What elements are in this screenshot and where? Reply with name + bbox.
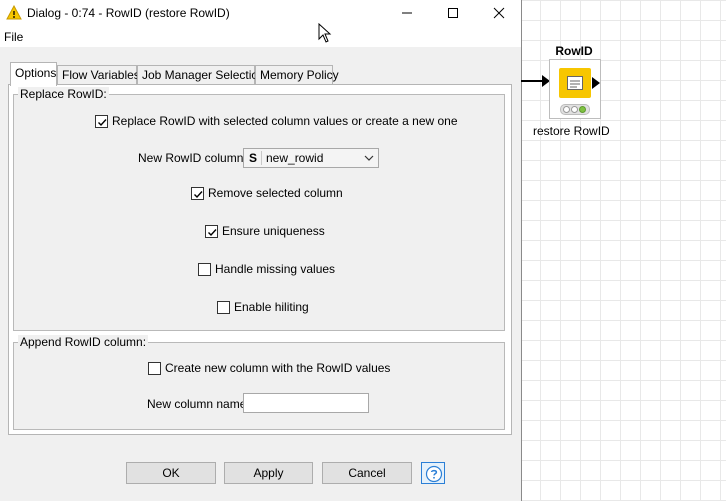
minimize-icon bbox=[402, 12, 412, 14]
replace-rowid-option[interactable]: Replace RowID with selected column value… bbox=[95, 114, 458, 128]
create-rowid-column-option[interactable]: Create new column with the RowID values bbox=[148, 361, 390, 375]
new-rowid-column-select[interactable]: S new_rowid bbox=[243, 148, 379, 168]
checkmark-icon bbox=[98, 118, 107, 126]
enable-hiliting-checkbox[interactable] bbox=[217, 300, 230, 314]
window-title: Dialog - 0:74 - RowID (restore RowID) bbox=[27, 6, 230, 20]
ok-button[interactable]: OK bbox=[126, 462, 216, 484]
ensure-uniqueness-option[interactable]: Ensure uniqueness bbox=[205, 224, 325, 238]
replace-rowid-group-title: Replace RowID: bbox=[18, 87, 109, 101]
replace-rowid-checkbox[interactable] bbox=[95, 114, 108, 128]
help-icon bbox=[425, 465, 443, 483]
title-bar: Dialog - 0:74 - RowID (restore RowID) bbox=[0, 0, 521, 27]
status-light-red bbox=[563, 106, 570, 113]
ensure-uniqueness-label: Ensure uniqueness bbox=[222, 224, 325, 238]
status-light-green bbox=[579, 106, 586, 113]
close-icon bbox=[493, 7, 505, 19]
new-column-name-label: New column name: bbox=[147, 397, 250, 411]
handle-missing-values-checkbox[interactable] bbox=[198, 262, 211, 276]
remove-selected-column-checkbox[interactable] bbox=[191, 186, 204, 200]
handle-missing-values-option[interactable]: Handle missing values bbox=[198, 262, 335, 276]
checkmark-icon bbox=[194, 190, 203, 198]
close-button[interactable] bbox=[476, 0, 522, 27]
options-panel: Replace RowID: Replace RowID with select… bbox=[8, 84, 512, 435]
ensure-uniqueness-checkbox[interactable] bbox=[205, 224, 218, 238]
string-type-badge: S bbox=[249, 151, 258, 165]
create-rowid-column-label: Create new column with the RowID values bbox=[165, 361, 391, 375]
replace-rowid-group: Replace RowID: Replace RowID with select… bbox=[13, 87, 505, 331]
tab-job-manager-selection[interactable]: Job Manager Selection bbox=[137, 65, 265, 84]
rowid-node[interactable] bbox=[549, 59, 601, 119]
help-button[interactable] bbox=[421, 462, 445, 484]
new-rowid-column-value: new_rowid bbox=[266, 151, 324, 165]
output-port-arrow-icon[interactable] bbox=[592, 77, 600, 89]
new-column-name-input[interactable] bbox=[243, 393, 369, 413]
checkmark-icon bbox=[208, 228, 217, 236]
cancel-button[interactable]: Cancel bbox=[322, 462, 412, 484]
remove-selected-column-label: Remove selected column bbox=[208, 186, 343, 200]
tab-options[interactable]: Options bbox=[10, 62, 57, 86]
rowid-node-icon bbox=[567, 76, 583, 90]
maximize-icon bbox=[448, 8, 458, 18]
enable-hiliting-label: Enable hiliting bbox=[234, 300, 309, 314]
node-label[interactable]: restore RowID bbox=[533, 124, 610, 138]
menu-file[interactable]: File bbox=[4, 30, 23, 44]
mouse-cursor-icon bbox=[318, 23, 332, 43]
tab-flow-variables[interactable]: Flow Variables bbox=[57, 65, 140, 84]
node-status-traffic-light bbox=[560, 104, 590, 115]
enable-hiliting-option[interactable]: Enable hiliting bbox=[217, 300, 309, 314]
create-rowid-column-checkbox[interactable] bbox=[148, 361, 161, 375]
minimize-button[interactable] bbox=[384, 0, 430, 27]
chevron-down-icon bbox=[364, 155, 374, 161]
tab-memory-policy[interactable]: Memory Policy bbox=[255, 65, 339, 84]
status-light-yellow bbox=[571, 106, 578, 113]
append-rowid-group: Append RowID column: Create new column w… bbox=[13, 335, 505, 430]
append-rowid-group-title: Append RowID column: bbox=[18, 335, 149, 349]
new-rowid-column-label: New RowID column: bbox=[138, 151, 247, 165]
node-body[interactable] bbox=[559, 68, 591, 98]
node-title: RowID bbox=[555, 44, 593, 58]
replace-rowid-label: Replace RowID with selected column value… bbox=[112, 114, 458, 128]
menu-bar: File bbox=[0, 27, 521, 47]
remove-selected-column-option[interactable]: Remove selected column bbox=[191, 186, 343, 200]
maximize-button[interactable] bbox=[430, 0, 476, 27]
apply-button[interactable]: Apply bbox=[224, 462, 313, 484]
handle-missing-values-label: Handle missing values bbox=[215, 262, 336, 276]
dialog-window: Dialog - 0:74 - RowID (restore RowID) Fi… bbox=[0, 0, 522, 501]
select-separator bbox=[261, 151, 262, 165]
app-icon bbox=[6, 5, 22, 20]
